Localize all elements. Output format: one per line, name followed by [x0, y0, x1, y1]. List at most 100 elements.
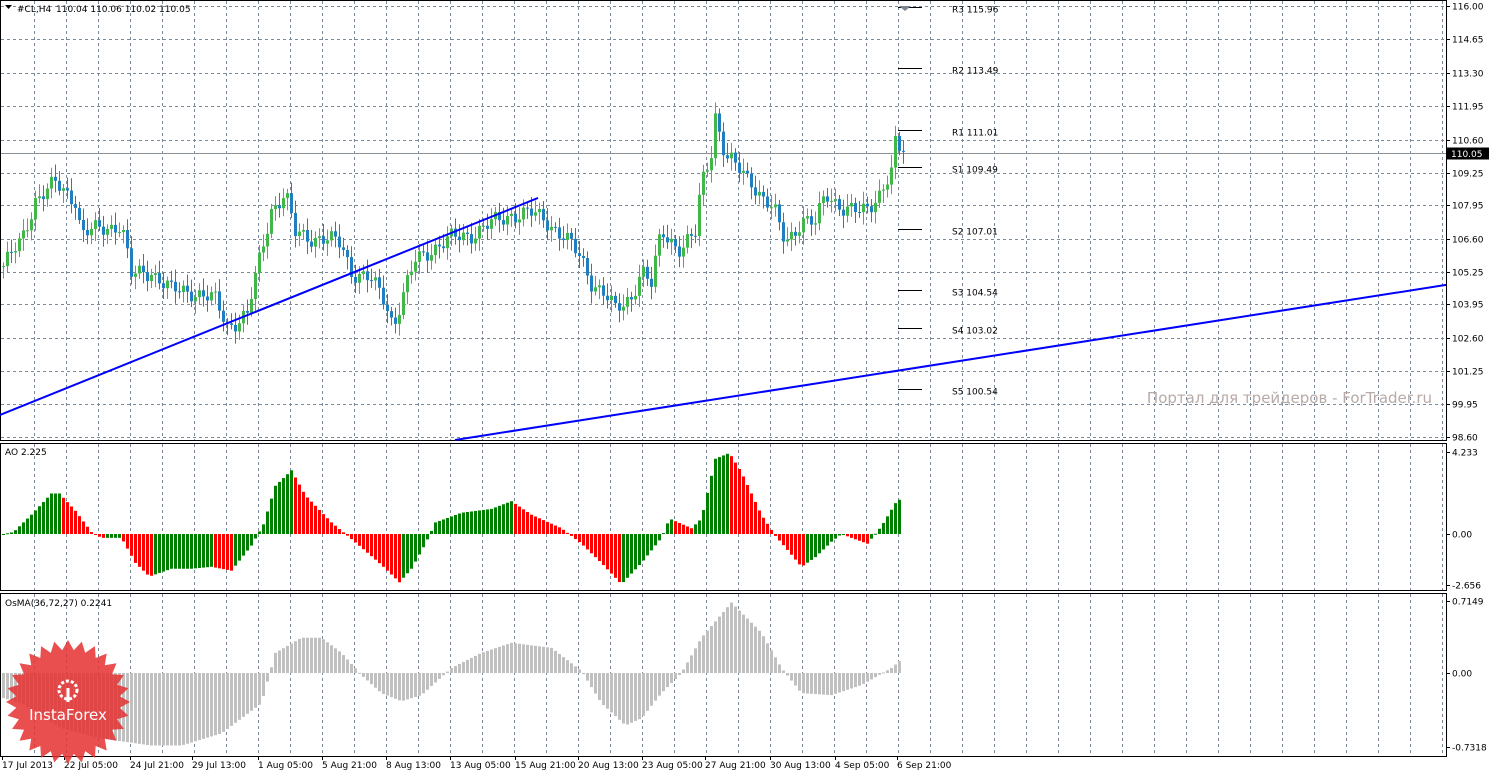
ao-bar [314, 505, 317, 534]
osma-bar [142, 673, 145, 745]
osma-bar [782, 670, 785, 673]
ao-bar [278, 481, 281, 534]
candle-bull [510, 213, 513, 217]
ao-bar [678, 522, 681, 534]
ao-bar [846, 534, 849, 537]
ao-bar [206, 534, 209, 568]
ao-bar [146, 534, 149, 575]
time-tick-label: 22 Jul 05:00 [64, 761, 118, 771]
ao-bar [406, 534, 409, 574]
candle-bear [542, 208, 545, 221]
osma-bar [670, 673, 673, 684]
ao-bar [482, 509, 485, 534]
ao-bar [382, 534, 385, 567]
candle-bull [326, 240, 329, 244]
chart-window[interactable]: 116.00 114.65 113.30 111.95 110.60 109.25 107.… [0, 0, 1489, 773]
osma-bar [254, 673, 257, 708]
candle-bear [606, 295, 609, 301]
candle-bull [534, 212, 537, 216]
current-price-label: 110.05 [1451, 150, 1483, 160]
candle-bull [550, 226, 553, 231]
candle-bull [110, 224, 113, 229]
candle-bull [522, 207, 525, 220]
ao-bar [166, 534, 169, 571]
ao-bar [698, 520, 701, 534]
osma-bar [874, 673, 877, 678]
ao-bar [250, 534, 253, 546]
ao-bar [598, 534, 601, 562]
collapse-arrow-icon[interactable] [5, 5, 12, 9]
ao-bar [494, 507, 497, 534]
candle-bull [758, 191, 761, 196]
candle-bull [886, 184, 889, 190]
candle-bull [634, 295, 637, 300]
shift-marker-icon[interactable] [899, 6, 911, 11]
osma-bar [530, 645, 533, 673]
osma-bar [762, 636, 765, 673]
candle-bear [754, 187, 757, 196]
candle-bear [322, 236, 325, 244]
ao-bar [270, 498, 273, 534]
osma-bar [498, 646, 501, 673]
candle-bear [514, 213, 517, 223]
price-chart[interactable]: 116.00 114.65 113.30 111.95 110.60 109.25 107.… [0, 0, 1489, 773]
osma-bar [362, 673, 365, 677]
candle-bear [370, 280, 373, 282]
ao-bar [606, 534, 609, 570]
ao-bar [822, 534, 825, 550]
ao-bar [610, 534, 613, 574]
osma-bar [518, 643, 521, 673]
osma-bar [238, 673, 241, 720]
candle-bull [214, 291, 217, 293]
price-tick-label: 107.95 [1452, 202, 1484, 212]
ao-bar [2, 534, 5, 535]
candle-bull [830, 200, 833, 202]
candle-bull [314, 237, 317, 247]
ao-bar [386, 534, 389, 571]
candle-bear [694, 235, 697, 237]
ao-bar [426, 534, 429, 540]
ao-bar [558, 527, 561, 534]
osma-bar [178, 673, 181, 746]
osma-bar [754, 626, 757, 673]
pivot-label: S1 109.49 [952, 166, 998, 176]
candle-bull [374, 277, 377, 281]
ao-bar [346, 534, 349, 536]
trendline[interactable] [454, 283, 1447, 441]
osma-bar [502, 645, 505, 673]
ao-bar [306, 497, 309, 534]
time-tick-label: 13 Aug 05:00 [450, 761, 511, 771]
osma-bar [570, 663, 573, 673]
ao-bar [754, 501, 757, 534]
osma-bar [174, 673, 177, 746]
candle-bear [678, 246, 681, 257]
ao-bar [618, 534, 621, 583]
ao-bar [442, 519, 445, 534]
candle-bull [250, 298, 253, 313]
osma-bar [410, 673, 413, 699]
candle-bull [834, 199, 837, 201]
osma-bar [138, 673, 141, 744]
osma-bar [898, 661, 901, 673]
osma-bar [814, 673, 817, 695]
candle-bull [770, 207, 773, 209]
candle-bear [586, 258, 589, 276]
candle-bear [530, 208, 533, 216]
ao-bar [82, 521, 85, 534]
candle-bear [902, 150, 905, 152]
osma-bar [694, 648, 697, 673]
candle-bull [166, 280, 169, 289]
ao-bar [486, 509, 489, 534]
ao-bar [390, 534, 393, 575]
osma-bar [574, 666, 577, 673]
ao-bar [122, 534, 125, 542]
osma-bar [842, 673, 845, 692]
ao-bar [462, 512, 465, 534]
ao-bar [454, 514, 457, 534]
osma-bar [794, 673, 797, 686]
ao-bar [102, 534, 105, 538]
trendline[interactable] [0, 197, 539, 416]
osma-bar [202, 673, 205, 739]
osma-bar [398, 673, 401, 701]
candle-bear [82, 220, 85, 230]
